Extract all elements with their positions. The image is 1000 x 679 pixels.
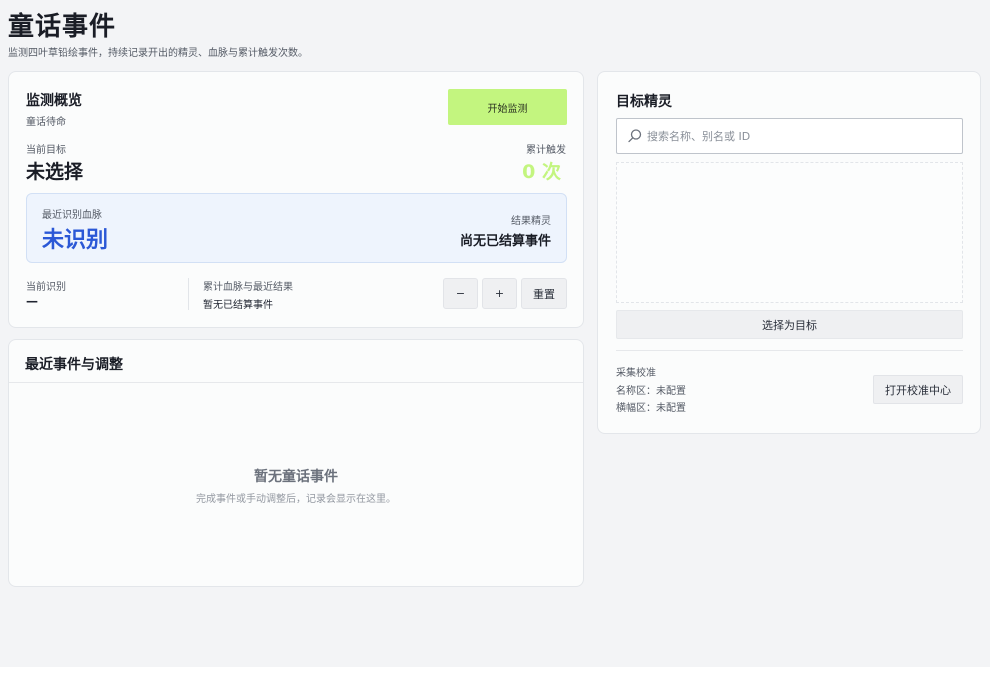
name-area-status: 名称区：未配置 bbox=[616, 386, 686, 397]
monitor-overview-card: 监测概览 童话待命 开始监测 当前目标 未选择 累计触发 0 次 最近识别血脉 … bbox=[8, 71, 584, 328]
monitor-title: 监测概览 bbox=[26, 93, 82, 109]
target-title: 目标精灵 bbox=[616, 94, 672, 110]
start-monitor-button[interactable]: 开始监测 bbox=[448, 89, 567, 125]
banner-area-status: 横幅区：未配置 bbox=[616, 403, 686, 414]
decrement-button[interactable]: − bbox=[443, 278, 478, 309]
page-subtitle: 监测四叶草铅绘事件，持续记录开出的精灵、血脉与累计触发次数。 bbox=[8, 48, 308, 59]
trigger-count-value: 0 次 bbox=[522, 161, 561, 183]
select-target-button[interactable]: 选择为目标 bbox=[616, 310, 963, 339]
search-icon bbox=[628, 129, 642, 143]
stats-divider bbox=[188, 278, 189, 310]
lineage-panel: 最近识别血脉 未识别 结果精灵 尚无已结算事件 bbox=[26, 193, 567, 263]
current-target-label: 当前目标 bbox=[26, 145, 66, 156]
cumulative-value: 暂无已结算事件 bbox=[203, 300, 273, 311]
trigger-count-label: 累计触发 bbox=[526, 145, 566, 156]
open-calibration-button[interactable]: 打开校准中心 bbox=[873, 375, 963, 404]
target-sprite-card: 目标精灵 选择为目标 采集校准 名称区：未配置 横幅区：未配置 打开校准中心 bbox=[597, 71, 981, 434]
app-window: 童话事件 监测四叶草铅绘事件，持续记录开出的精灵、血脉与累计触发次数。 监测概览… bbox=[0, 0, 990, 667]
sprite-list[interactable] bbox=[616, 162, 963, 303]
settle-label: 结果精灵 bbox=[511, 216, 551, 227]
reset-button[interactable]: 重置 bbox=[521, 278, 567, 309]
settle-value: 尚无已结算事件 bbox=[459, 234, 551, 249]
search-box[interactable] bbox=[616, 118, 963, 154]
search-input[interactable] bbox=[647, 125, 947, 147]
current-target-value: 未选择 bbox=[26, 161, 84, 183]
page-title: 童话事件 bbox=[8, 12, 117, 42]
calibration-divider bbox=[616, 350, 963, 351]
monitor-status: 童话待命 bbox=[26, 117, 66, 128]
events-empty-title: 暂无童话事件 bbox=[254, 469, 338, 485]
increment-button[interactable]: + bbox=[482, 278, 517, 309]
current-recog-label: 当前识别 bbox=[26, 282, 66, 293]
calibration-title: 采集校准 bbox=[616, 368, 656, 379]
lineage-value: 未识别 bbox=[42, 228, 109, 253]
current-recog-value: — bbox=[26, 294, 38, 308]
lineage-label: 最近识别血脉 bbox=[42, 210, 102, 221]
events-title: 最近事件与调整 bbox=[25, 357, 123, 373]
recent-events-card: 最近事件与调整 暂无童话事件 完成事件或手动调整后，记录会显示在这里。 bbox=[8, 339, 584, 587]
cumulative-label: 累计血脉与最近结果 bbox=[203, 282, 293, 293]
events-empty-description: 完成事件或手动调整后，记录会显示在这里。 bbox=[196, 494, 396, 505]
events-header-divider bbox=[9, 382, 583, 383]
